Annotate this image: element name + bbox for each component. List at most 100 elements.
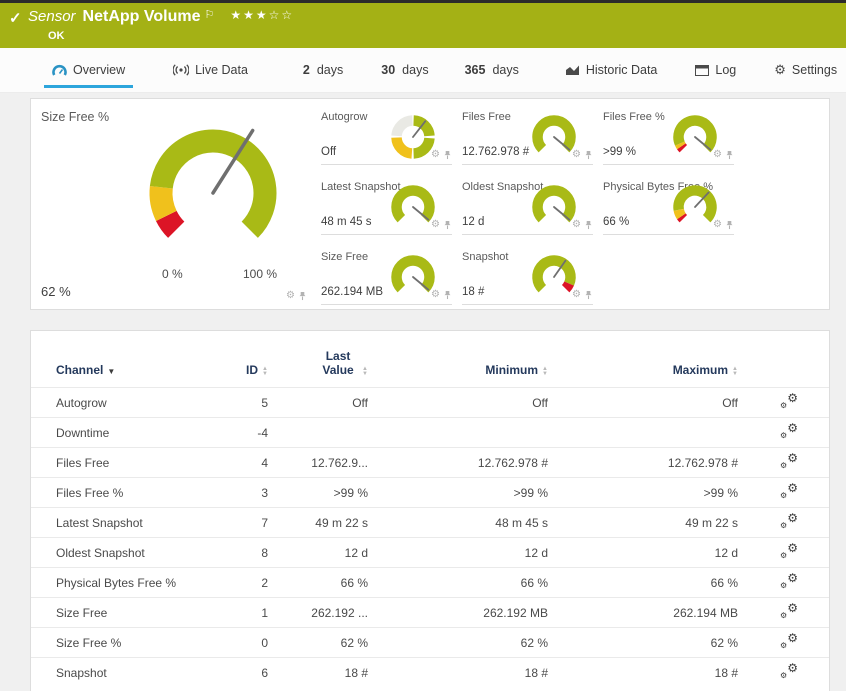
gauge-icon bbox=[52, 64, 67, 76]
gauge-settings-gear-icon[interactable]: ⚙ bbox=[572, 220, 581, 230]
table-row-snapshot: Snapshot 6 18 #18 #18 # ⚙ ⚙ bbox=[31, 657, 829, 688]
channel-settings-gears-icon[interactable]: ⚙ ⚙ bbox=[780, 391, 798, 410]
column-header-channel[interactable]: Channel ▼ bbox=[31, 331, 236, 388]
mini-gauge-title: Files Free % bbox=[603, 111, 665, 123]
area-chart-icon bbox=[565, 65, 579, 75]
pin-icon[interactable] bbox=[298, 291, 307, 301]
table-row-downtime: Downtime -4 ⚙ ⚙ bbox=[31, 417, 829, 448]
status-badge: OK bbox=[48, 30, 65, 42]
channel-actions-cell: ⚙ ⚙ bbox=[738, 657, 829, 688]
priority-stars[interactable]: ★★★☆☆ bbox=[230, 8, 294, 22]
pin-icon[interactable] bbox=[584, 150, 593, 160]
tab-settings-label: Settings bbox=[791, 63, 838, 77]
tab-live-data[interactable]: Live Data bbox=[169, 48, 252, 92]
gauge-settings-gear-icon[interactable]: ⚙ bbox=[572, 290, 581, 300]
channel-id: 6 bbox=[236, 657, 268, 688]
sort-caret-icon: ▼ bbox=[107, 367, 116, 376]
mini-gauge-snapshot: Snapshot 18 # ⚙ bbox=[462, 239, 593, 305]
gauge-settings-gear-icon[interactable]: ⚙ bbox=[572, 150, 581, 160]
pin-icon[interactable] bbox=[443, 290, 452, 300]
channel-maximum: >99 % bbox=[548, 477, 738, 508]
pin-icon[interactable] bbox=[584, 290, 593, 300]
mini-gauge-oldest-snapshot: Oldest Snapshot 12 d ⚙ bbox=[462, 169, 593, 235]
tab-365-days-number: 365 bbox=[464, 63, 486, 77]
mini-gauge-title: Size Free bbox=[321, 251, 369, 263]
tab-bar: Overview Live Data 2 days 30 days 365 da… bbox=[0, 48, 846, 93]
channel-settings-gears-icon[interactable]: ⚙ ⚙ bbox=[780, 571, 798, 590]
table-row-size-free: Size Free 1 262.192 ... 262.192 MB 262.194 M… bbox=[31, 597, 829, 628]
mini-gauge-value: >99 % bbox=[603, 146, 636, 158]
tab-historic-data[interactable]: Historic Data bbox=[561, 48, 662, 92]
sort-arrows-icon: ▲ ▼ bbox=[362, 366, 368, 377]
pin-icon[interactable] bbox=[584, 220, 593, 230]
channel-settings-gears-icon[interactable]: ⚙ ⚙ bbox=[780, 481, 798, 500]
gauge-settings-gear-icon[interactable]: ⚙ bbox=[286, 291, 295, 301]
channel-name: Snapshot bbox=[31, 657, 236, 688]
channel-settings-gears-icon[interactable]: ⚙ ⚙ bbox=[780, 421, 798, 440]
channel-minimum: 12.762.978 # bbox=[368, 447, 548, 478]
tab-settings[interactable]: ⚙ Settings bbox=[770, 48, 841, 92]
table-row-size-free: Size Free % 0 62 % 62 % 62 % ⚙ ⚙ bbox=[31, 627, 829, 658]
channels-table: Channel ▼ ID ▲ ▼ Last Value ▲ ▼ Minimum ▲ ▼ Max… bbox=[31, 331, 829, 688]
gauge-settings-gear-icon[interactable]: ⚙ bbox=[713, 220, 722, 230]
gauge-settings-gear-icon[interactable]: ⚙ bbox=[431, 220, 440, 230]
channel-maximum bbox=[548, 417, 738, 448]
channel-id: -4 bbox=[236, 417, 268, 448]
channel-id: 7 bbox=[236, 507, 268, 538]
column-header-last-value[interactable]: Last Value ▲ ▼ bbox=[268, 331, 368, 388]
channel-last-value: 12.762.9... bbox=[268, 447, 368, 478]
tab-2-days-label: days bbox=[316, 63, 344, 77]
tab-30-days[interactable]: 30 days bbox=[377, 48, 432, 92]
pin-icon[interactable] bbox=[443, 220, 452, 230]
channel-name: Size Free bbox=[31, 597, 236, 628]
sort-arrows-icon: ▲ ▼ bbox=[732, 366, 738, 377]
channel-actions-cell: ⚙ ⚙ bbox=[738, 537, 829, 568]
channel-actions-cell: ⚙ ⚙ bbox=[738, 447, 829, 478]
primary-gauge-size-free-percent: Size Free % 0 % 100 % 62 % ⚙ bbox=[31, 99, 313, 309]
flag-icon[interactable]: ⚐ bbox=[204, 9, 214, 21]
channel-last-value bbox=[268, 417, 368, 448]
channel-settings-gears-icon[interactable]: ⚙ ⚙ bbox=[780, 541, 798, 560]
channel-last-value: 12 d bbox=[268, 537, 368, 568]
column-header-maximum[interactable]: Maximum ▲ ▼ bbox=[548, 331, 738, 388]
primary-gauge-value: 62 % bbox=[41, 284, 71, 299]
tab-30-days-label: days bbox=[402, 63, 429, 77]
channel-maximum: 62 % bbox=[548, 627, 738, 658]
tab-2-days-number: 2 bbox=[302, 63, 310, 77]
channel-maximum: 66 % bbox=[548, 567, 738, 598]
channel-settings-gears-icon[interactable]: ⚙ ⚙ bbox=[780, 631, 798, 650]
channel-id: 5 bbox=[236, 387, 268, 418]
column-header-minimum[interactable]: Minimum ▲ ▼ bbox=[368, 331, 548, 388]
channel-name: Downtime bbox=[31, 417, 236, 448]
channel-settings-gears-icon[interactable]: ⚙ ⚙ bbox=[780, 451, 798, 470]
gauge-settings-gear-icon[interactable]: ⚙ bbox=[431, 290, 440, 300]
channel-last-value: 18 # bbox=[268, 657, 368, 688]
channel-settings-gears-icon[interactable]: ⚙ ⚙ bbox=[780, 511, 798, 530]
channel-id: 1 bbox=[236, 597, 268, 628]
gear-icon: ⚙ bbox=[774, 62, 786, 77]
mini-gauge-physical-bytes-free: Physical Bytes Free % 66 % ⚙ bbox=[603, 169, 734, 235]
pin-icon[interactable] bbox=[725, 150, 734, 160]
gauge-settings-gear-icon[interactable]: ⚙ bbox=[431, 150, 440, 160]
channel-last-value: Off bbox=[268, 387, 368, 418]
table-row-oldest-snapshot: Oldest Snapshot 8 12 d 12 d 12 d ⚙ ⚙ bbox=[31, 537, 829, 568]
column-header-id[interactable]: ID ▲ ▼ bbox=[236, 331, 268, 388]
channel-actions-cell: ⚙ ⚙ bbox=[738, 627, 829, 658]
channel-settings-gears-icon[interactable]: ⚙ ⚙ bbox=[780, 601, 798, 620]
mini-gauge-files-free: Files Free 12.762.978 # ⚙ bbox=[462, 99, 593, 165]
channel-name: Size Free % bbox=[31, 627, 236, 658]
gauge-settings-gear-icon[interactable]: ⚙ bbox=[713, 150, 722, 160]
tab-overview[interactable]: Overview bbox=[43, 48, 134, 92]
tab-30-days-number: 30 bbox=[381, 63, 396, 77]
tab-log[interactable]: Log bbox=[691, 48, 740, 92]
table-row-latest-snapshot: Latest Snapshot 7 49 m 22 s 48 m 45 s 49 m 2… bbox=[31, 507, 829, 538]
tab-2-days[interactable]: 2 days bbox=[299, 48, 347, 92]
mini-gauge-value: 262.194 MB bbox=[321, 286, 384, 298]
channel-maximum: 12 d bbox=[548, 537, 738, 568]
tab-365-days[interactable]: 365 days bbox=[461, 48, 523, 92]
channel-settings-gears-icon[interactable]: ⚙ ⚙ bbox=[780, 661, 798, 680]
pin-icon[interactable] bbox=[725, 220, 734, 230]
pin-icon[interactable] bbox=[443, 150, 452, 160]
channel-minimum: >99 % bbox=[368, 477, 548, 508]
tab-log-label: Log bbox=[715, 63, 737, 77]
